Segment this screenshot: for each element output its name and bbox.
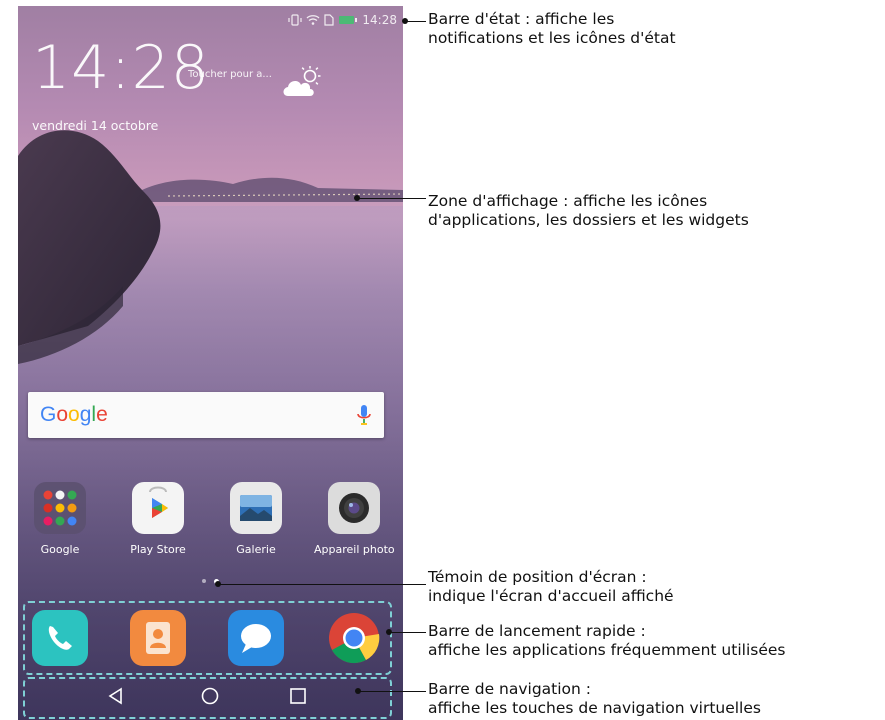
- home-icon[interactable]: [200, 686, 220, 710]
- vibrate-icon: [288, 14, 303, 26]
- chrome-icon[interactable]: [326, 610, 382, 666]
- status-bar: 14:28: [288, 10, 397, 30]
- app-label: Appareil photo: [314, 543, 395, 556]
- mic-icon[interactable]: [356, 404, 372, 430]
- leader-line-display: [358, 198, 426, 199]
- google-folder-icon: [34, 482, 86, 534]
- recents-icon[interactable]: [288, 686, 308, 710]
- messages-icon[interactable]: [228, 610, 284, 666]
- leader-line-dock: [390, 632, 426, 633]
- callout-text: Barre d'état : affiche les: [428, 10, 615, 28]
- play-store-icon: [132, 482, 184, 534]
- leader-dot-status: [402, 18, 408, 24]
- leader-dot-nav: [355, 688, 361, 694]
- app-play-store[interactable]: Play Store: [118, 482, 198, 556]
- weather-hint[interactable]: Toucher pour a...: [188, 69, 272, 80]
- callout-text: indique l'écran d'accueil affiché: [428, 587, 674, 605]
- page-dot: [202, 579, 206, 583]
- app-camera[interactable]: Appareil photo: [314, 482, 395, 556]
- status-time: 14:28: [362, 13, 397, 27]
- date-label: vendredi 14 octobre: [32, 118, 159, 133]
- camera-icon: [328, 482, 380, 534]
- app-gallery[interactable]: Galerie: [216, 482, 296, 556]
- google-logo: Google: [40, 403, 108, 426]
- callout-text: Barre de navigation :: [428, 680, 592, 698]
- no-sim-icon: [324, 14, 335, 26]
- callout-status-bar: Barre d'état : affiche les notifications…: [428, 10, 676, 48]
- back-icon[interactable]: [106, 686, 126, 710]
- leader-dot-dock: [386, 629, 392, 635]
- leader-line-nav: [359, 691, 426, 692]
- phone-icon[interactable]: [32, 610, 88, 666]
- gallery-icon: [230, 482, 282, 534]
- app-label: Galerie: [236, 543, 276, 556]
- callout-text: Barre de lancement rapide :: [428, 622, 646, 640]
- callout-text: affiche les touches de navigation virtue…: [428, 699, 761, 717]
- leader-dot-position: [215, 581, 221, 587]
- callout-text: Témoin de position d'écran :: [428, 568, 647, 586]
- page-indicator: [18, 579, 403, 587]
- callout-screen-position: Témoin de position d'écran : indique l'é…: [428, 568, 674, 606]
- app-label: Play Store: [130, 543, 186, 556]
- wifi-icon: [306, 14, 320, 26]
- callout-text: affiche les applications fréquemment uti…: [428, 641, 786, 659]
- callout-display-area: Zone d'affichage : affiche les icônes d'…: [428, 192, 749, 230]
- callout-text: d'applications, les dossiers et les widg…: [428, 211, 749, 229]
- contacts-icon[interactable]: [130, 610, 186, 666]
- callout-navigation: Barre de navigation : affiche les touche…: [428, 680, 761, 718]
- leader-line-status: [406, 21, 426, 22]
- app-label: Google: [40, 543, 80, 556]
- partly-sunny-icon[interactable]: [280, 66, 324, 104]
- clock-widget-time[interactable]: 14:28: [32, 38, 210, 98]
- callout-text: notifications et les icônes d'état: [428, 29, 676, 47]
- battery-icon: [338, 15, 358, 25]
- callout-quick-launch: Barre de lancement rapide : affiche les …: [428, 622, 785, 660]
- leader-dot-display: [354, 195, 360, 201]
- leader-line-position: [219, 584, 426, 585]
- callout-text: Zone d'affichage : affiche les icônes: [428, 192, 708, 210]
- google-search-bar[interactable]: Google: [28, 392, 384, 438]
- app-google-folder[interactable]: Google: [20, 482, 100, 556]
- phone-screen: 14:28 14:28 Toucher pour a... vendredi 1…: [18, 6, 403, 720]
